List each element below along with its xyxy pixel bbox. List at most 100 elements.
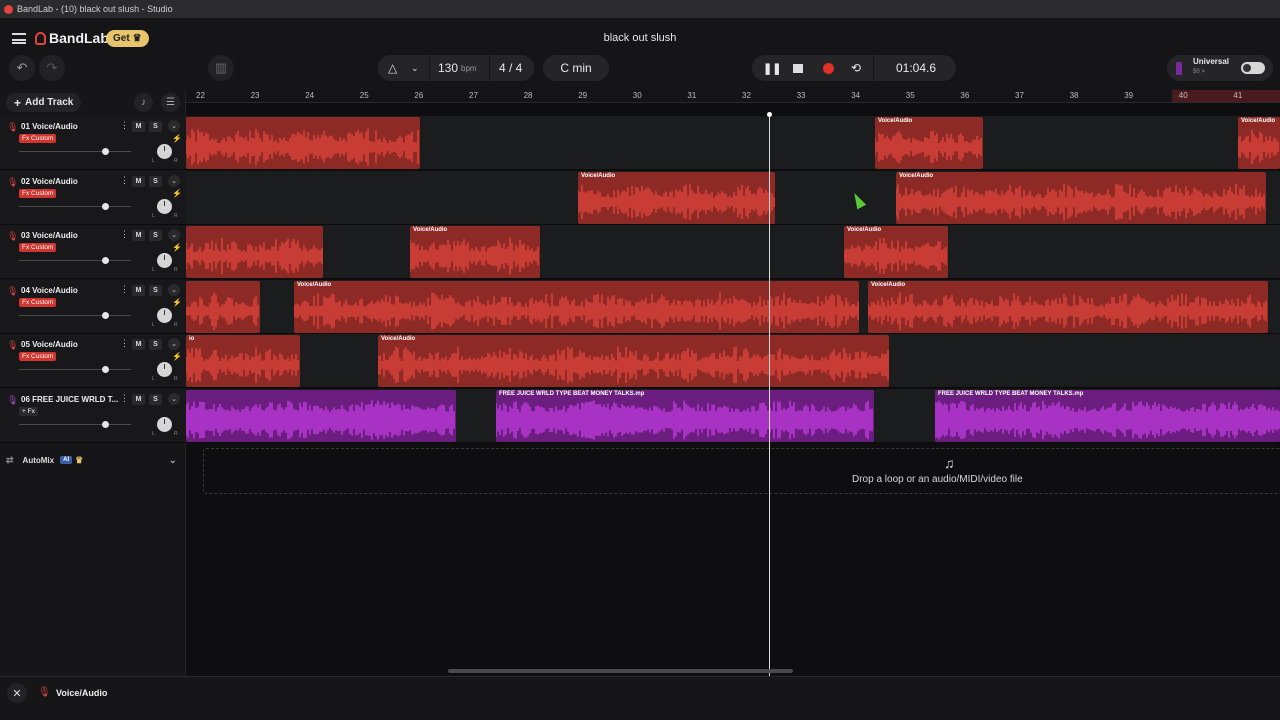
fx-wand-icon[interactable]: ⚡: [172, 189, 182, 198]
volume-slider[interactable]: [19, 424, 131, 425]
solo-button[interactable]: S: [149, 230, 162, 242]
bar-ruler[interactable]: 22 23 24 25 26 27 28 29 30 31 32 33 34 35 36 37 38 39 40 41: [186, 90, 1280, 103]
mastering-toggle[interactable]: [1241, 62, 1265, 74]
pause-button[interactable]: ❚❚: [763, 62, 781, 75]
chevron-down-icon[interactable]: ⌄: [168, 393, 180, 405]
volume-slider[interactable]: [19, 205, 131, 207]
track-name[interactable]: 01 Voice/Audio: [21, 122, 78, 131]
fx-badge[interactable]: + Fx: [19, 407, 38, 416]
chevron-down-icon[interactable]: ⌄: [168, 338, 180, 351]
mute-button[interactable]: M: [132, 284, 145, 296]
volume-slider-handle[interactable]: [102, 148, 109, 155]
track-header[interactable]: 🎙 01 Voice/Audio ⋮ M S ⌄ Fx Custom ⚡ L R: [0, 116, 186, 170]
solo-button[interactable]: S: [149, 175, 162, 187]
loop-clip[interactable]: FREE JUICE WRLD TYPE BEAT MONEY TALKS.mp: [496, 390, 874, 442]
audio-clip[interactable]: [186, 226, 323, 279]
song-title[interactable]: black out slush: [0, 32, 1280, 44]
volume-slider[interactable]: [19, 369, 131, 371]
pan-knob[interactable]: [157, 307, 172, 323]
track-name[interactable]: 04 Voice/Audio: [21, 286, 78, 295]
pan-knob[interactable]: [157, 253, 172, 269]
fx-wand-icon[interactable]: ⚡: [172, 243, 182, 252]
chevron-down-icon[interactable]: ⌄: [169, 455, 177, 466]
track-lane[interactable]: io Voice/Audio: [186, 334, 1280, 389]
chevron-down-icon[interactable]: ⌄: [168, 229, 180, 242]
fx-badge[interactable]: Fx Custom: [19, 134, 57, 143]
loop-region[interactable]: [1172, 90, 1280, 102]
track-name[interactable]: 03 Voice/Audio: [21, 231, 78, 240]
track-name[interactable]: 06 FREE JUICE WRLD T...: [21, 395, 118, 404]
piano-button[interactable]: ▥: [208, 55, 234, 81]
track-name[interactable]: 02 Voice/Audio: [21, 177, 78, 186]
audio-clip[interactable]: Voice/Audio: [844, 226, 948, 279]
track-lane[interactable]: Voice/Audio Voice/Audio: [186, 170, 1280, 225]
instrument-icon[interactable]: ♪: [134, 93, 153, 112]
more-options-icon[interactable]: ⋮: [120, 175, 129, 186]
track-header[interactable]: 🎙 04 Voice/Audio ⋮ M S ⌄ Fx Custom ⚡ L R: [0, 279, 186, 334]
timeline[interactable]: 22 23 24 25 26 27 28 29 30 31 32 33 34 35 36 37 38 39 40 41…: [186, 90, 1280, 676]
horizontal-scrollbar[interactable]: [448, 669, 793, 673]
time-signature[interactable]: 4 / 4: [499, 61, 522, 75]
key-selector[interactable]: C min: [543, 55, 609, 81]
pan-knob[interactable]: [157, 417, 172, 432]
more-options-icon[interactable]: ⋮: [120, 120, 129, 131]
track-lane[interactable]: FREE JUICE WRLD TYPE BEAT MONEY TALKS.mp…: [186, 389, 1280, 443]
solo-button[interactable]: S: [149, 394, 162, 405]
fx-wand-icon[interactable]: ⚡: [172, 298, 182, 307]
redo-button[interactable]: ↷: [39, 55, 65, 81]
pan-knob[interactable]: [157, 198, 172, 214]
mute-button[interactable]: M: [132, 230, 145, 242]
more-options-icon[interactable]: ⋮: [120, 284, 129, 295]
more-options-icon[interactable]: ⋮: [120, 338, 129, 349]
loop-clip[interactable]: [186, 390, 456, 442]
track-header[interactable]: 🎙 05 Voice/Audio ⋮ M S ⌄ Fx Custom ⚡ L R: [0, 334, 186, 389]
volume-slider-handle[interactable]: [102, 311, 109, 319]
metronome-icon[interactable]: △: [388, 61, 397, 75]
track-lane[interactable]: Voice/Audio Voice/Audio: [186, 116, 1280, 170]
fx-badge[interactable]: Fx Custom: [19, 297, 57, 307]
pan-knob[interactable]: [157, 144, 172, 159]
more-options-icon[interactable]: ⋮: [120, 229, 129, 240]
mute-button[interactable]: M: [132, 394, 145, 405]
record-button[interactable]: [823, 63, 834, 74]
fx-wand-icon[interactable]: ⚡: [172, 134, 182, 143]
stop-button[interactable]: [793, 64, 803, 73]
mute-button[interactable]: M: [132, 121, 145, 132]
playhead-handle[interactable]: [767, 112, 772, 117]
solo-button[interactable]: S: [149, 284, 162, 296]
audio-clip[interactable]: Voice/Audio: [378, 335, 889, 388]
track-lane[interactable]: Voice/Audio Voice/Audio: [186, 225, 1280, 280]
mute-button[interactable]: M: [132, 175, 145, 187]
bpm-value[interactable]: 130: [438, 61, 458, 75]
audio-clip[interactable]: io: [186, 335, 300, 388]
track-header[interactable]: 🎙 02 Voice/Audio ⋮ M S ⌄ Fx Custom ⚡ L R: [0, 170, 186, 225]
chevron-down-icon[interactable]: ⌄: [168, 174, 180, 187]
audio-clip[interactable]: Voice/Audio: [868, 280, 1268, 333]
volume-slider-handle[interactable]: [102, 257, 109, 265]
audio-clip[interactable]: [186, 117, 420, 169]
fx-badge[interactable]: Fx Custom: [19, 243, 57, 253]
audio-clip[interactable]: Voice/Audio: [294, 280, 859, 333]
chevron-down-icon[interactable]: ⌄: [168, 283, 180, 296]
volume-slider-handle[interactable]: [102, 202, 109, 210]
solo-button[interactable]: S: [149, 339, 162, 351]
playhead[interactable]: [769, 112, 770, 677]
universal-mastering[interactable]: Universal 50 >: [1167, 55, 1273, 81]
drop-zone[interactable]: ♫ Drop a loop or an audio/MIDI/video fil…: [203, 448, 1280, 494]
close-icon[interactable]: ✕: [7, 683, 27, 703]
audio-clip[interactable]: Voice/Audio: [875, 117, 983, 169]
loop-button[interactable]: ⟲: [851, 61, 861, 75]
track-settings-icon[interactable]: ☰: [161, 93, 180, 112]
solo-button[interactable]: S: [149, 121, 162, 132]
audio-clip[interactable]: Voice/Audio: [1238, 117, 1280, 169]
audio-clip[interactable]: Voice/Audio: [410, 226, 540, 279]
chevron-down-icon[interactable]: ⌄: [168, 120, 180, 132]
track-name[interactable]: 05 Voice/Audio: [21, 340, 78, 349]
fx-badge[interactable]: Fx Custom: [19, 352, 57, 362]
track-lane[interactable]: Voice/Audio Voice/Audio: [186, 279, 1280, 334]
mute-button[interactable]: M: [132, 339, 145, 351]
loop-clip[interactable]: FREE JUICE WRLD TYPE BEAT MONEY TALKS.mp: [935, 390, 1280, 442]
audio-clip[interactable]: Voice/Audio: [578, 171, 775, 224]
volume-slider[interactable]: [19, 260, 131, 262]
pan-knob[interactable]: [157, 362, 172, 378]
